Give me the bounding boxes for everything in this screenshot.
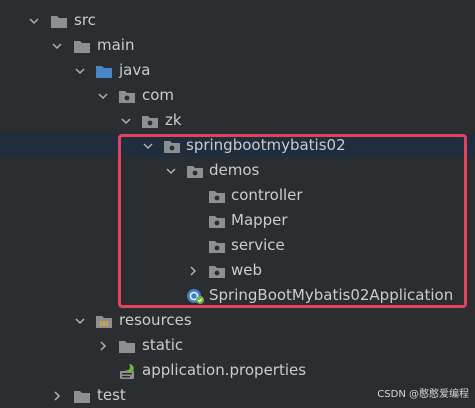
chevron-down-icon[interactable] <box>119 114 133 128</box>
tree-node-mapper[interactable]: Mapper <box>0 208 475 233</box>
tree-node-label: test <box>97 386 126 404</box>
tree-node-application-properties[interactable]: application.properties <box>0 358 475 383</box>
package-icon <box>141 113 159 129</box>
chevron-right-icon[interactable] <box>96 339 110 353</box>
folder-icon <box>73 388 91 404</box>
tree-node-label: main <box>97 36 135 54</box>
tree-node-label: Mapper <box>231 211 288 229</box>
package-icon <box>208 238 226 254</box>
chevron-down-icon[interactable] <box>27 14 41 28</box>
chevron-down-icon[interactable] <box>96 89 110 103</box>
tree-node-label: controller <box>231 186 303 204</box>
folder-icon <box>73 38 91 54</box>
chevron-down-icon[interactable] <box>141 139 155 153</box>
package-icon <box>186 163 204 179</box>
tree-node-label: application.properties <box>142 361 307 379</box>
tree-node-src[interactable]: src <box>0 8 475 33</box>
chevron-down-icon[interactable] <box>73 314 87 328</box>
folder-icon <box>118 338 136 354</box>
chevron-right-icon[interactable] <box>186 264 200 278</box>
tree-node-main[interactable]: main <box>0 33 475 58</box>
tree-node-application-class[interactable]: SpringBootMybatis02Application <box>0 283 475 308</box>
tree-node-label: com <box>142 86 175 104</box>
tree-node-demos[interactable]: demos <box>0 158 475 183</box>
tree-node-label: resources <box>119 311 192 329</box>
chevron-down-icon[interactable] <box>50 39 64 53</box>
folder-icon <box>50 13 68 29</box>
source-folder-icon <box>95 63 113 79</box>
tree-node-springbootmybatis02[interactable]: springbootmybatis02 <box>0 133 475 158</box>
tree-node-label: static <box>142 336 184 354</box>
tree-node-zk[interactable]: zk <box>0 108 475 133</box>
package-icon <box>118 88 136 104</box>
tree-node-label: SpringBootMybatis02Application <box>209 286 454 304</box>
spring-boot-class-icon <box>186 287 205 305</box>
chevron-down-icon[interactable] <box>73 64 87 78</box>
tree-node-web[interactable]: web <box>0 258 475 283</box>
watermark: CSDN @憨憨爱编程 <box>377 389 469 400</box>
chevron-down-icon[interactable] <box>164 164 178 178</box>
resources-folder-icon <box>95 313 113 329</box>
tree-node-resources[interactable]: resources <box>0 308 475 333</box>
package-icon <box>163 138 181 154</box>
tree-node-label: zk <box>165 111 182 129</box>
tree-node-label: demos <box>209 161 260 179</box>
spring-properties-icon <box>117 362 137 380</box>
tree-node-controller[interactable]: controller <box>0 183 475 208</box>
tree-node-label: springbootmybatis02 <box>186 136 346 154</box>
tree-node-label: web <box>231 261 263 279</box>
package-icon <box>208 213 226 229</box>
tree-node-service[interactable]: service <box>0 233 475 258</box>
project-tree: src main java com zk springbootmybatis02… <box>0 0 475 406</box>
tree-node-label: src <box>74 11 96 29</box>
package-icon <box>208 188 226 204</box>
chevron-right-icon[interactable] <box>50 389 64 403</box>
tree-node-static[interactable]: static <box>0 333 475 358</box>
package-icon <box>208 263 226 279</box>
tree-node-com[interactable]: com <box>0 83 475 108</box>
tree-node-label: java <box>119 61 151 79</box>
tree-node-java[interactable]: java <box>0 58 475 83</box>
tree-node-label: service <box>231 236 285 254</box>
clipped-row <box>0 0 475 6</box>
